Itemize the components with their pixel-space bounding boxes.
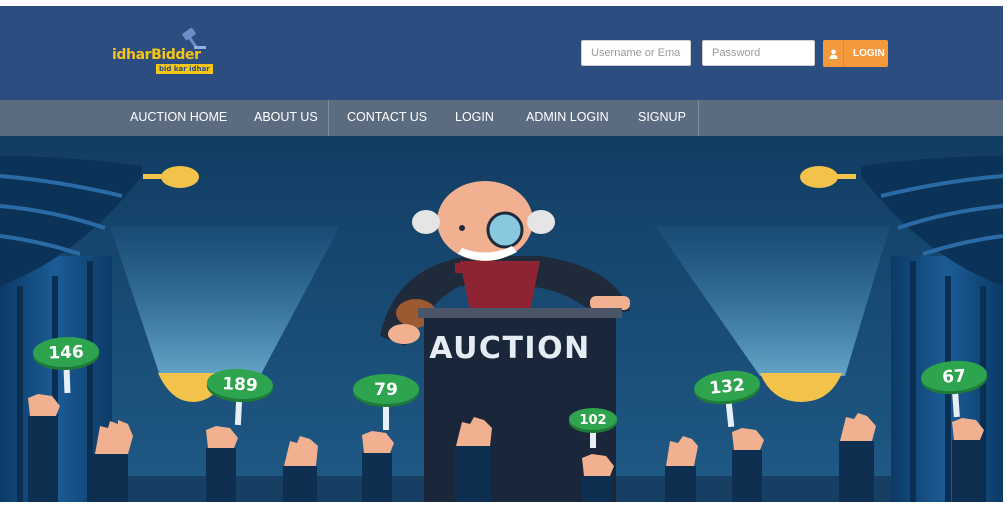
paddle-number: 79 (374, 380, 398, 400)
nav-item-login[interactable]: LOGIN (455, 100, 494, 136)
sleeve (952, 440, 982, 502)
page-bottom (0, 502, 1007, 508)
sleeve (362, 453, 392, 502)
user-icon (823, 40, 844, 67)
main-navigation: AUCTION HOME ABOUT US CONTACT US LOGIN A… (0, 100, 1003, 136)
sleeve (206, 448, 236, 502)
podium-text: AUCTION (429, 331, 590, 366)
paddle-number: 146 (48, 342, 84, 363)
lamp-icon (161, 166, 199, 188)
sleeve (732, 450, 762, 502)
auction-illustration: AUCTION 146 189 79 102 132 67 (0, 136, 1003, 502)
site-header: idharBidder bid kar idhar LOGIN (0, 6, 1003, 100)
nav-item-about-us[interactable]: ABOUT US (254, 100, 318, 136)
paddle-number: 102 (579, 413, 606, 428)
paddle-number: 67 (942, 366, 967, 388)
nav-divider (328, 100, 329, 136)
nav-item-signup[interactable]: SIGNUP (638, 100, 686, 136)
nav-item-contact-us[interactable]: CONTACT US (347, 100, 427, 136)
nav-item-admin-login[interactable]: ADMIN LOGIN (526, 100, 609, 136)
brand-tagline: bid kar idhar (156, 64, 213, 74)
hero-banner: AUCTION 146 189 79 102 132 67 (0, 136, 1003, 502)
login-button-label: LOGIN (853, 48, 885, 59)
nav-divider (698, 100, 699, 136)
paddle-number: 189 (222, 374, 258, 396)
sleeve (582, 476, 612, 502)
brand-name: idharBidder (112, 47, 201, 63)
page: idharBidder bid kar idhar LOGIN AUCTION … (0, 0, 1007, 508)
paddle-number: 132 (708, 375, 745, 399)
podium-top (418, 308, 622, 318)
password-input[interactable] (702, 40, 815, 66)
nav-item-auction-home[interactable]: AUCTION HOME (130, 100, 227, 136)
sleeve (28, 416, 58, 502)
login-button[interactable]: LOGIN (823, 40, 888, 67)
site-logo[interactable]: idharBidder bid kar idhar (112, 28, 222, 80)
lamp-icon (800, 166, 838, 188)
username-input[interactable] (581, 40, 691, 66)
